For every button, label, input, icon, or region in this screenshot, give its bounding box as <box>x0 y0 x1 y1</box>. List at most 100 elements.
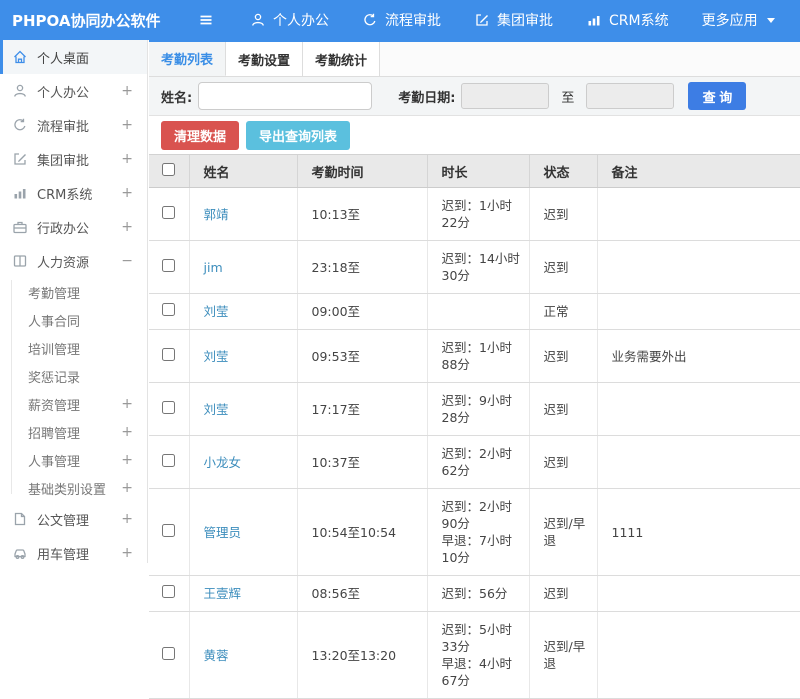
top-nav: 个人办公 流程审批 集团审批 CRM系统 更多应用 <box>250 10 775 30</box>
expand-plus-icon[interactable]: + <box>121 185 133 201</box>
nav-label: 更多应用 <box>701 13 758 29</box>
status-cell: 迟到/早退 <box>528 488 597 576</box>
sidebar-subitem-recruitment-management[interactable]: 招聘管理 + <box>0 418 147 446</box>
sidebar-subitem-reward-punishment[interactable]: 奖惩记录 <box>0 362 147 390</box>
status-cell: 迟到/早退 <box>528 611 597 699</box>
expand-plus-icon[interactable]: + <box>121 219 133 235</box>
caret-down-icon <box>766 17 775 23</box>
row-checkbox[interactable] <box>162 205 176 219</box>
row-checkbox[interactable] <box>162 585 176 598</box>
sidebar-item-personal-office[interactable]: 个人办公 + <box>0 74 147 108</box>
sidebar-item-human-resources[interactable]: 人力资源 − <box>0 244 147 278</box>
user-icon <box>252 13 264 26</box>
sidebar-sublabel: 培训管理 <box>28 342 81 358</box>
hamburger-menu-button[interactable] <box>198 12 214 28</box>
employee-name-link[interactable]: 小龙女 <box>204 455 242 470</box>
duration-cell: 迟到：9小时28分 <box>426 382 529 436</box>
sidebar-label: 公文管理 <box>37 513 90 529</box>
nav-item-crm-system[interactable]: CRM系统 <box>586 10 669 30</box>
sidebar-subitem-personnel-management[interactable]: 人事管理 + <box>0 446 147 474</box>
search-button[interactable]: 查 询 <box>688 82 747 110</box>
nav-item-group-approval[interactable]: 集团审批 <box>474 10 553 30</box>
date-to-input[interactable] <box>586 83 675 109</box>
top-header: PHPOA协同办公软件 个人办公 流程审批 集团审批 CRM系统 更多应用 <box>0 0 800 40</box>
row-checkbox[interactable] <box>162 258 176 272</box>
select-all-checkbox[interactable] <box>162 162 176 176</box>
tab-attendance-statistics[interactable]: 考勤统计 <box>303 42 380 76</box>
expand-plus-icon[interactable]: + <box>121 545 133 561</box>
sidebar-subitem-salary-management[interactable]: 薪资管理 + <box>0 390 147 418</box>
nav-item-personal-office[interactable]: 个人办公 <box>250 10 329 30</box>
process-icon <box>14 118 26 131</box>
row-checkbox[interactable] <box>162 453 176 467</box>
sidebar-subitem-training-management[interactable]: 培训管理 <box>0 334 147 362</box>
status-cell: 迟到 <box>528 240 597 294</box>
expand-plus-icon[interactable]: + <box>121 117 133 133</box>
note-cell <box>596 293 800 330</box>
tab-bar: 考勤列表 考勤设置 考勤统计 <box>149 40 800 77</box>
employee-name-link[interactable]: 刘莹 <box>204 402 229 417</box>
duration-cell <box>426 293 529 330</box>
duration-cell: 迟到：14小时30分 <box>426 240 529 294</box>
employee-name-link[interactable]: 刘莹 <box>204 349 229 364</box>
sidebar-item-admin-office[interactable]: 行政办公 + <box>0 210 147 244</box>
clear-data-button[interactable]: 清理数据 <box>161 120 240 150</box>
process-icon <box>364 13 376 26</box>
export-list-button[interactable]: 导出查询列表 <box>246 120 351 150</box>
sidebar-sublabel: 招聘管理 <box>28 426 81 442</box>
hr-submenu: 考勤管理 人事合同 培训管理 奖惩记录 薪资管理 + 招聘管理 + 人事管理 +… <box>0 278 147 502</box>
sidebar-item-vehicle-management[interactable]: 用车管理 + <box>0 536 147 563</box>
nav-item-process-approval[interactable]: 流程审批 <box>362 10 441 30</box>
employee-name-link[interactable]: 黄蓉 <box>204 648 229 663</box>
row-checkbox[interactable] <box>162 400 176 414</box>
tab-attendance-settings[interactable]: 考勤设置 <box>226 42 303 76</box>
sidebar-item-group-approval[interactable]: 集团审批 + <box>0 142 147 176</box>
name-filter-input[interactable] <box>198 82 373 110</box>
sidebar-subitem-attendance-management[interactable]: 考勤管理 <box>0 278 147 306</box>
expand-plus-icon[interactable]: + <box>121 452 147 468</box>
status-cell: 迟到 <box>528 187 597 241</box>
employee-name-link[interactable]: jim <box>204 260 223 275</box>
row-checkbox[interactable] <box>162 303 176 316</box>
row-checkbox[interactable] <box>162 347 176 361</box>
status-cell: 迟到 <box>528 329 597 383</box>
expand-plus-icon[interactable]: + <box>121 480 147 496</box>
date-to-label: 至 <box>561 90 575 106</box>
sidebar-item-document-management[interactable]: 公文管理 + <box>0 502 147 536</box>
attendance-time-cell: 13:20至13:20 <box>296 611 427 699</box>
tab-attendance-list[interactable]: 考勤列表 <box>149 42 226 76</box>
expand-plus-icon[interactable]: + <box>121 83 133 99</box>
note-cell <box>596 382 800 436</box>
nav-label: 流程审批 <box>385 13 441 29</box>
expand-plus-icon[interactable]: + <box>121 511 133 527</box>
sidebar-item-personal-desktop[interactable]: 个人桌面 <box>0 40 147 74</box>
table-row: 黄蓉 13:20至13:20 迟到：5小时33分 早退：4小时67分 迟到/早退 <box>149 611 800 699</box>
date-from-input[interactable] <box>461 83 550 109</box>
employee-name-link[interactable]: 郭靖 <box>204 207 229 222</box>
status-cell: 正常 <box>528 293 597 330</box>
row-checkbox[interactable] <box>162 646 176 660</box>
sidebar-item-process-approval[interactable]: 流程审批 + <box>0 108 147 142</box>
nav-item-more-apps[interactable]: 更多应用 <box>702 10 775 30</box>
nav-label: 个人办公 <box>273 13 329 29</box>
expand-plus-icon[interactable]: + <box>121 424 147 440</box>
sidebar-sublabel: 基础类别设置 <box>28 482 107 498</box>
table-header-row: 姓名 考勤时间 时长 状态 备注 <box>149 154 800 188</box>
employee-name-link[interactable]: 刘莹 <box>204 304 229 319</box>
sidebar-label: 个人桌面 <box>37 51 90 67</box>
note-cell <box>596 187 800 241</box>
note-cell: 业务需要外出 <box>596 329 800 383</box>
duration-cell: 迟到：5小时33分 早退：4小时67分 <box>426 611 529 699</box>
column-header-note: 备注 <box>596 154 800 188</box>
expand-plus-icon[interactable]: + <box>121 151 133 167</box>
employee-name-link[interactable]: 王壹辉 <box>204 586 242 601</box>
row-checkbox[interactable] <box>162 523 176 537</box>
employee-name-link[interactable]: 管理员 <box>204 525 242 540</box>
sidebar-item-crm-system[interactable]: CRM系统 + <box>0 176 147 210</box>
attendance-time-cell: 09:00至 <box>296 293 427 330</box>
expand-plus-icon[interactable]: + <box>121 396 147 412</box>
sidebar-subitem-base-category-settings[interactable]: 基础类别设置 + <box>0 474 147 502</box>
sidebar-subitem-hr-contracts[interactable]: 人事合同 <box>0 306 147 334</box>
collapse-minus-icon[interactable]: − <box>121 253 133 269</box>
attendance-time-cell: 09:53至 <box>296 329 427 383</box>
